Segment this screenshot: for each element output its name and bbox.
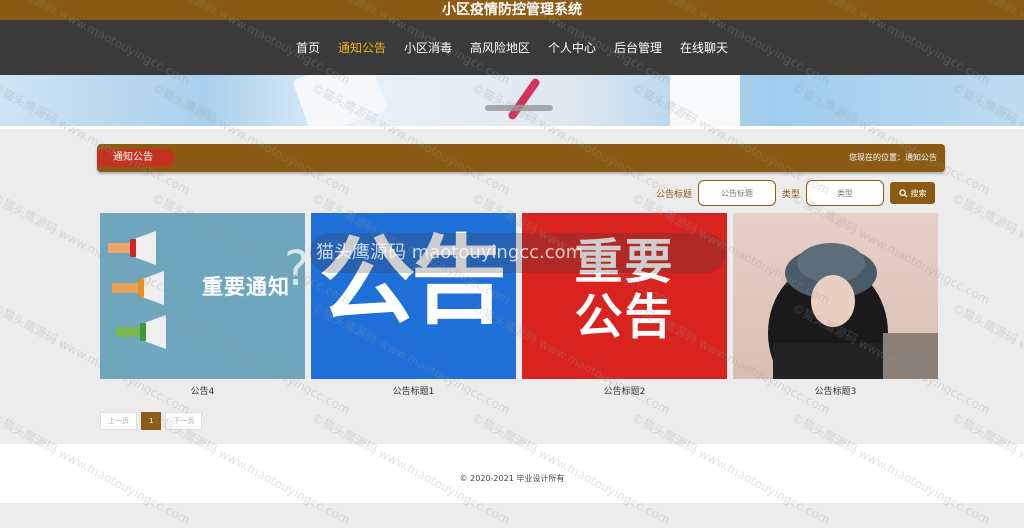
banner-decoration <box>292 75 388 126</box>
notice-card[interactable]: 公告标题3 <box>733 213 938 397</box>
section-title: 通知公告 <box>97 149 175 167</box>
watermark-overlay: 猫头鹰源码 maotouyingcc.com <box>310 233 726 273</box>
notice-image-text: 重要通知 <box>202 275 290 299</box>
banner-decoration <box>670 75 740 126</box>
nav-disinfection[interactable]: 小区消毒 <box>395 39 461 56</box>
title-search-label: 公告标题 <box>656 189 693 200</box>
notice-card[interactable]: 重要通知 ? 公告4 <box>100 213 305 397</box>
question-mark-decoration: ? <box>284 241 305 297</box>
page-number-current[interactable]: 1 <box>141 412 162 430</box>
nav-notices[interactable]: 通知公告 <box>329 39 395 56</box>
footer: © 2020-2021 毕业设计所有 <box>0 444 1024 503</box>
section-header: 通知公告 您现在的位置：通知公告 <box>97 144 945 172</box>
search-button-label: 搜索 <box>910 188 927 198</box>
breadcrumb: 您现在的位置：通知公告 <box>849 153 937 162</box>
search-icon <box>898 188 908 198</box>
banner-carousel[interactable] <box>0 75 1024 126</box>
divider <box>0 126 1024 129</box>
nav-personal-center[interactable]: 个人中心 <box>539 39 605 56</box>
watermark-text: ©猫头鹰源码 www.maotouyingcc.com <box>949 190 1024 308</box>
nav-admin[interactable]: 后台管理 <box>605 39 671 56</box>
copyright-text: © 2020-2021 毕业设计所有 <box>459 474 565 483</box>
megaphone-icon <box>108 231 166 349</box>
carousel-indicator[interactable] <box>485 105 553 111</box>
nav-online-chat[interactable]: 在线聊天 <box>671 39 737 56</box>
title-search-input[interactable] <box>698 180 777 206</box>
nav-high-risk-areas[interactable]: 高风险地区 <box>461 39 539 56</box>
portrait-photo <box>768 243 938 379</box>
notice-title[interactable]: 公告标题1 <box>311 384 516 397</box>
type-search-input[interactable] <box>806 180 885 206</box>
watermark-text: ©猫头鹰源码 www.maotouyingcc.com <box>949 300 1024 418</box>
search-button[interactable]: 搜索 <box>890 182 936 204</box>
nav-home[interactable]: 首页 <box>287 39 329 56</box>
notice-title[interactable]: 公告标题2 <box>522 384 727 397</box>
banner-decoration <box>506 77 542 121</box>
notice-title[interactable]: 公告4 <box>100 384 305 397</box>
main-nav: 首页 通知公告 小区消毒 高风险地区 个人中心 后台管理 在线聊天 <box>0 20 1024 75</box>
app-title: 小区疫情防控管理系统 <box>442 2 582 18</box>
next-page-button[interactable]: 下一页 <box>165 412 203 430</box>
prev-page-button[interactable]: 上一页 <box>100 412 137 430</box>
search-bar: 公告标题 类型 搜索 <box>656 180 936 206</box>
pagination: 上一页 1 下一页 <box>100 412 203 430</box>
app-title-bar: 小区疫情防控管理系统 <box>0 0 1024 20</box>
notice-title[interactable]: 公告标题3 <box>733 384 938 397</box>
notice-image[interactable]: 重要通知 ? <box>100 213 305 379</box>
type-search-label: 类型 <box>782 189 801 200</box>
notice-image[interactable] <box>733 213 938 379</box>
